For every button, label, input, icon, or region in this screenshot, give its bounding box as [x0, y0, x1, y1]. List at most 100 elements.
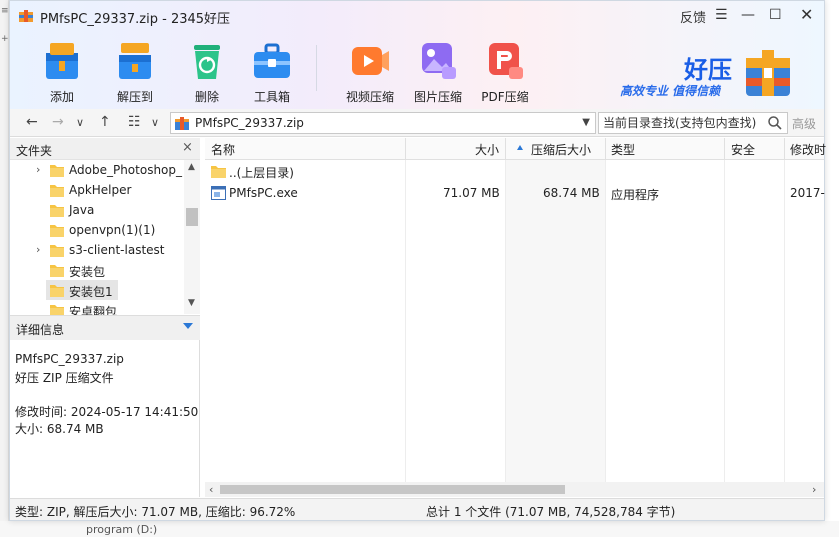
scroll-thumb[interactable] — [186, 208, 198, 226]
tree-item[interactable]: › Adobe_Photoshop_ — [10, 160, 184, 180]
details-title: 详细信息 — [16, 323, 65, 337]
desktop-edge: ≡ + — [0, 0, 9, 537]
column-band — [724, 160, 784, 482]
column-band — [784, 160, 824, 482]
status-bar: 类型: ZIP, 解压后大小: 71.07 MB, 压缩比: 96.72% 总计… — [10, 498, 824, 520]
tree-item[interactable]: › s3-client-lastest — [10, 240, 184, 260]
tree-item[interactable]: 安装包 — [10, 260, 184, 280]
scroll-down-icon[interactable]: ▼ — [188, 298, 195, 308]
path-field[interactable]: PMfsPC_29337.zip ▼ — [170, 112, 596, 134]
back-button[interactable]: ← — [26, 114, 38, 130]
close-icon[interactable]: ✕ — [800, 5, 813, 24]
extract-label: 解压到 — [116, 90, 153, 104]
video-compress-button[interactable]: 视频压缩 — [340, 39, 400, 104]
add-button[interactable]: 添加 — [32, 39, 92, 104]
collapse-icon[interactable] — [183, 323, 193, 329]
delete-button[interactable]: 删除 — [177, 39, 237, 104]
app-window: PMfsPC_29337.zip - 2345好压 反馈 ☰ — ☐ ✕ 添加 … — [9, 0, 826, 521]
column-divider[interactable] — [724, 138, 725, 160]
toolbox-button[interactable]: 工具箱 — [242, 39, 302, 104]
folder-icon — [211, 166, 226, 178]
app-icon — [19, 10, 33, 22]
column-divider[interactable] — [605, 138, 606, 160]
tree-item-label: ApkHelper — [69, 183, 132, 197]
table-row[interactable]: PMfsPC.exe 71.07 MB 68.74 MB 应用程序 2017- — [205, 182, 825, 204]
column-band — [505, 160, 605, 482]
desktop-behind-text: program (D:) — [86, 523, 158, 536]
tree-item-label: Adobe_Photoshop_ — [69, 163, 183, 177]
file-size: 71.07 MB — [443, 186, 500, 200]
desktop-background: program (D:) — [0, 521, 839, 537]
scroll-thumb[interactable] — [220, 485, 565, 494]
table-row[interactable]: ..(上层目录) — [205, 160, 824, 182]
search-input[interactable] — [603, 115, 763, 131]
search-icon[interactable] — [767, 115, 783, 131]
folder-icon — [50, 185, 64, 197]
history-dropdown[interactable]: ∨ — [76, 116, 84, 129]
column-header-security[interactable]: 安全 — [731, 141, 755, 158]
list-header: 名称 大小 压缩后大小 类型 安全 修改时 — [205, 138, 826, 160]
close-icon[interactable]: × — [182, 140, 193, 155]
extract-icon — [119, 43, 151, 79]
tree-item[interactable]: 安装包1 — [10, 280, 184, 300]
forward-button[interactable]: → — [52, 114, 64, 130]
menu-icon[interactable]: ☰ — [715, 7, 728, 23]
details-header[interactable]: 详细信息 — [10, 316, 200, 340]
extract-button[interactable]: 解压到 — [105, 39, 165, 104]
scroll-right-icon[interactable]: › — [812, 483, 816, 496]
folder-icon — [50, 205, 64, 217]
folder-tree-scrollbar[interactable]: ▲ ▼ — [184, 160, 200, 314]
image-compress-label: 图片压缩 — [413, 90, 462, 104]
column-header-packed[interactable]: 压缩后大小 — [531, 141, 591, 158]
file-name: PMfsPC.exe — [229, 186, 298, 200]
column-header-size[interactable]: 大小 — [475, 141, 499, 158]
path-dropdown-icon[interactable]: ▼ — [582, 117, 590, 128]
column-divider[interactable] — [505, 138, 506, 160]
view-mode-dropdown[interactable]: ∨ — [151, 116, 159, 129]
file-list: 名称 大小 压缩后大小 类型 安全 修改时 ..(上层目录) PMfsPC.ex… — [205, 138, 826, 497]
file-list-hscrollbar[interactable]: ‹ › — [205, 482, 824, 497]
brand-name: 好压 — [684, 56, 732, 84]
minimize-icon[interactable]: — — [741, 7, 755, 23]
scroll-left-icon[interactable]: ‹ — [209, 483, 213, 496]
video-icon — [352, 47, 389, 75]
add-label: 添加 — [49, 90, 74, 104]
detail-filename: PMfsPC_29337.zip — [15, 352, 124, 366]
video-compress-label: 视频压缩 — [345, 90, 394, 104]
up-button[interactable]: ↑ — [99, 114, 111, 130]
tree-item-label: openvpn(1)(1) — [69, 223, 156, 237]
detail-modified: 修改时间: 2024-05-17 14:41:50 — [15, 405, 199, 419]
view-mode-icon[interactable]: ☷ — [128, 114, 141, 130]
tree-item[interactable]: openvpn(1)(1) — [10, 220, 184, 240]
folder-panel-title: 文件夹 — [16, 144, 53, 158]
tree-item-label: 安装包1 — [69, 285, 113, 299]
column-header-name[interactable]: 名称 — [211, 141, 235, 158]
column-divider[interactable] — [405, 138, 406, 160]
zip-file-icon — [175, 117, 189, 130]
detail-size: 大小: 68.74 MB — [15, 422, 104, 436]
tree-item[interactable]: Java — [10, 200, 184, 220]
folder-tree-panel: 文件夹 × › Adobe_Photoshop_ ApkHelper Java open… — [10, 138, 200, 319]
column-divider[interactable] — [784, 138, 785, 160]
column-header-type[interactable]: 类型 — [611, 141, 635, 158]
file-type: 应用程序 — [611, 188, 660, 202]
feedback-link[interactable]: 反馈 — [680, 7, 706, 26]
column-band — [405, 160, 505, 482]
pdf-compress-button[interactable]: PDF压缩 — [475, 39, 535, 104]
file-packed-size: 68.74 MB — [543, 186, 600, 200]
tree-item[interactable]: ApkHelper — [10, 180, 184, 200]
expand-icon[interactable]: › — [36, 243, 40, 256]
navigation-bar: ← → ∨ ↑ ☷ ∨ PMfsPC_29337.zip ▼ 高级 — [10, 109, 824, 137]
expand-icon[interactable]: › — [36, 163, 40, 176]
column-band — [205, 160, 405, 482]
delete-label: 删除 — [194, 90, 219, 104]
search-box[interactable] — [598, 112, 788, 134]
advanced-search-button[interactable]: 高级 — [792, 115, 816, 132]
window-title: PMfsPC_29337.zip - 2345好压 — [40, 12, 231, 27]
scroll-up-icon[interactable]: ▲ — [188, 162, 195, 172]
titlebar[interactable]: PMfsPC_29337.zip - 2345好压 反馈 ☰ — ☐ ✕ — [10, 1, 824, 31]
column-header-modified[interactable]: 修改时 — [790, 141, 826, 158]
image-compress-button[interactable]: 图片压缩 — [408, 39, 468, 104]
current-path: PMfsPC_29337.zip — [195, 116, 304, 130]
maximize-icon[interactable]: ☐ — [769, 7, 782, 23]
